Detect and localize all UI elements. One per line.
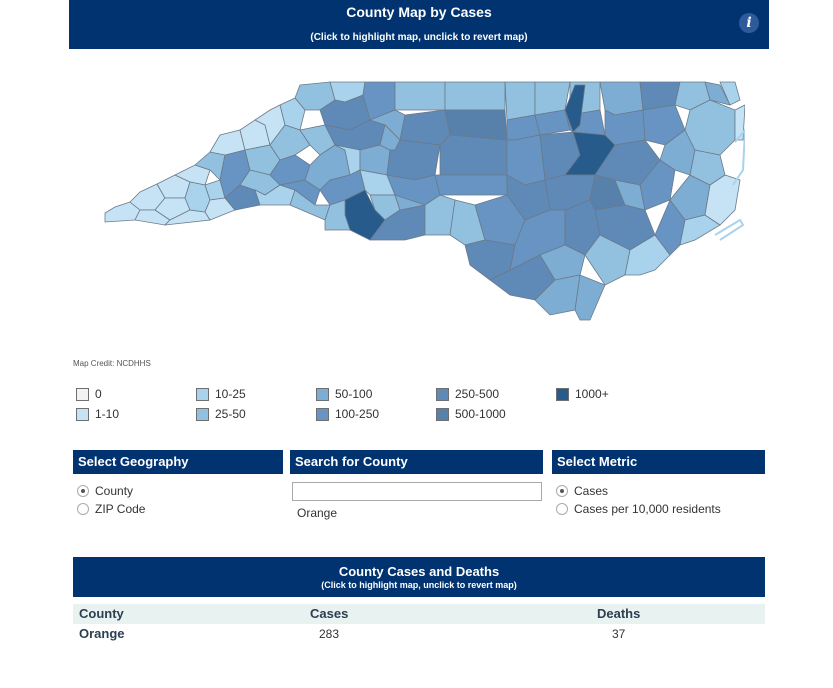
column-header-deaths: Deaths [597,606,641,621]
column-header-county: County [79,606,124,621]
legend-label: 100-250 [335,407,380,421]
county-map [95,70,745,330]
county-shape[interactable] [504,81,536,121]
legend-swatch [316,388,329,401]
county-shape[interactable] [534,109,571,136]
radio-button[interactable] [556,503,568,515]
legend-swatch [316,408,329,421]
search-result-item[interactable]: Orange [297,506,337,520]
legend-label: 250-500 [455,387,500,401]
info-icon[interactable]: i [739,13,759,33]
legend-label: 25-50 [215,407,246,421]
radio-label: County [95,484,134,498]
county-shape[interactable] [439,134,508,176]
county-search-input[interactable] [292,482,542,501]
legend-label: 50-100 [335,387,373,401]
county-shape[interactable] [506,134,546,186]
cell-county: Orange [79,626,125,641]
table-title: County Cases and Deaths [338,564,500,579]
legend-swatch [196,408,209,421]
select-metric-heading: Select Metric [552,450,765,474]
radio-button[interactable] [77,503,89,515]
legend-label: 1000+ [575,387,609,401]
map-header: County Map by Cases (Click to highlight … [69,0,769,49]
select-geography-heading: Select Geography [73,450,283,474]
legend-swatch [436,408,449,421]
map-title: County Map by Cases [346,4,492,20]
county-shape[interactable] [604,109,646,146]
legend-label: 0 [95,387,102,401]
cell-deaths: 37 [612,627,626,641]
legend-label: 500-1000 [455,407,506,421]
legend-swatch [76,408,89,421]
legend-swatch [76,388,89,401]
radio-label: Cases [574,484,609,498]
map-subtitle: (Click to highlight map, unclick to reve… [310,32,528,43]
legend-swatch [196,388,209,401]
column-header-cases: Cases [310,606,349,621]
search-county-heading: Search for County [290,450,543,474]
radio-button[interactable] [556,485,568,497]
table-subtitle: (Click to highlight map, unclick to reve… [321,580,517,590]
legend-swatch [556,388,569,401]
county-shape[interactable] [209,129,246,156]
nc-county-map-svg [104,81,745,321]
table-column-headers: County Cases Deaths [73,604,765,624]
cell-cases: 283 [319,627,340,641]
county-shape[interactable] [394,81,446,111]
radio-button[interactable] [77,485,89,497]
legend-label: 1-10 [95,407,120,421]
county-shape[interactable] [599,81,644,116]
radio-label: Cases per 10,000 residents [574,502,721,516]
radio-label: ZIP Code [95,502,146,516]
cases-deaths-table-header: County Cases and Deaths (Click to highli… [73,557,765,597]
county-shape[interactable] [399,109,451,146]
county-shape[interactable] [434,174,508,196]
legend-swatch [436,388,449,401]
table-row[interactable]: Orange 283 37 [73,624,765,644]
map-credit: Map Credit: NCDHHS [73,359,151,368]
county-shape[interactable] [574,274,606,321]
map-legend: 0 1-10 10-25 25-50 50-100 100-250 250-50… [76,388,676,428]
county-shape[interactable] [444,81,506,111]
legend-label: 10-25 [215,387,246,401]
